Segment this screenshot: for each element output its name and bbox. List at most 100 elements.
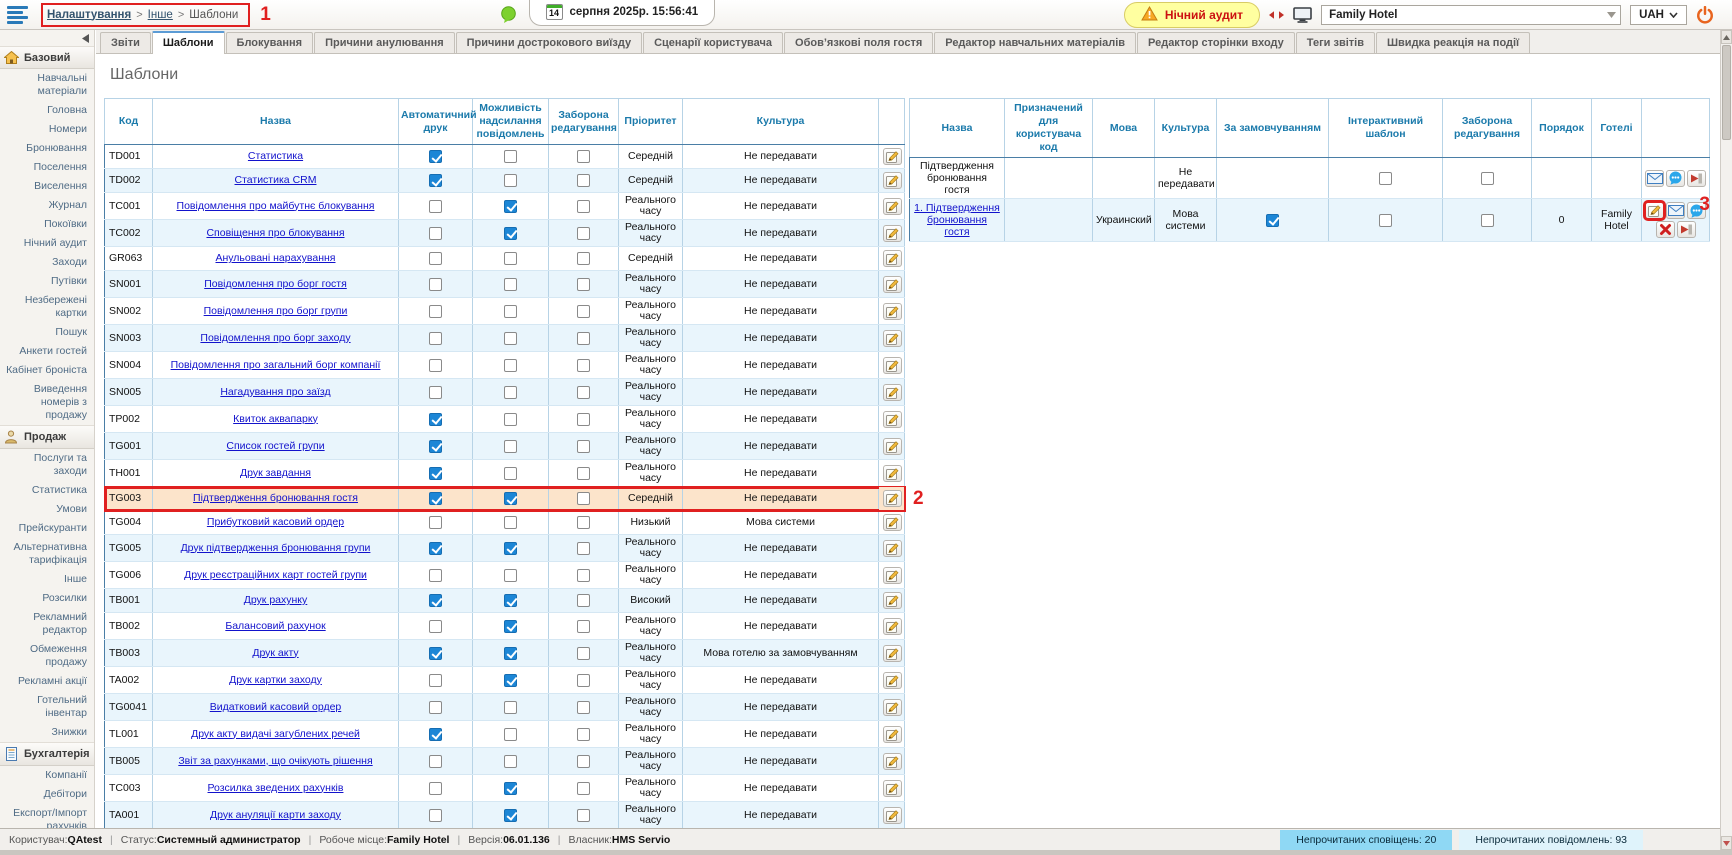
auto-print-checkbox[interactable]: [429, 542, 442, 555]
template-link[interactable]: Підтвердження бронювання гостя: [193, 492, 358, 504]
template-link[interactable]: Повідомлення про борг гостя: [204, 278, 347, 290]
sidebar-section-header[interactable]: Базовий: [0, 46, 94, 69]
sidebar-item[interactable]: Компанії: [0, 766, 94, 785]
edit-forbidden-checkbox[interactable]: [577, 569, 590, 582]
edit-forbidden-checkbox[interactable]: [577, 594, 590, 607]
template-link[interactable]: Друк завдання: [240, 467, 311, 479]
tab-7[interactable]: Обов’язкові поля гостя: [784, 32, 933, 53]
auto-print-checkbox[interactable]: [429, 227, 442, 240]
sidebar-item[interactable]: Заходи: [0, 253, 94, 272]
tab-6[interactable]: Сценарії користувача: [643, 32, 783, 53]
can-send-checkbox[interactable]: [504, 174, 517, 187]
sidebar-item[interactable]: Послуги та заходи: [0, 449, 94, 481]
auto-print-checkbox[interactable]: [429, 569, 442, 582]
template-link[interactable]: Квиток аквапарку: [233, 413, 318, 425]
edit-forbidden-checkbox[interactable]: [577, 782, 590, 795]
edit-icon[interactable]: [883, 276, 902, 293]
auto-print-checkbox[interactable]: [429, 200, 442, 213]
edit-forbidden-checkbox[interactable]: [577, 386, 590, 399]
currency-selector[interactable]: UAH: [1630, 5, 1687, 25]
sidebar-item[interactable]: Пошук: [0, 323, 94, 342]
template-link[interactable]: Статистика CRM: [235, 174, 317, 186]
edit-icon[interactable]: [883, 567, 902, 584]
edit-forbidden-checkbox[interactable]: [577, 467, 590, 480]
can-send-checkbox[interactable]: [504, 440, 517, 453]
scrollbar-thumb[interactable]: [1722, 45, 1731, 140]
tab-2[interactable]: Шаблони: [152, 31, 225, 54]
edit-icon[interactable]: [883, 753, 902, 770]
can-send-checkbox[interactable]: [504, 542, 517, 555]
edit-forbidden-checkbox[interactable]: [577, 174, 590, 187]
hotel-selector[interactable]: Family Hotel: [1321, 5, 1621, 25]
edit-forbidden-checkbox[interactable]: [577, 305, 590, 318]
tab-9[interactable]: Редактор сторінки входу: [1137, 32, 1295, 53]
sidebar-section-header[interactable]: Продаж: [0, 425, 94, 449]
notification-counter[interactable]: Непрочитаних сповіщень: 20: [1280, 830, 1452, 850]
tab-3[interactable]: Блокування: [226, 32, 314, 53]
template-link[interactable]: Друк реєстраційних карт гостей групи: [184, 569, 367, 581]
tab-4[interactable]: Причини анулювання: [314, 32, 455, 53]
tab-11[interactable]: Швидка реакція на події: [1376, 32, 1530, 53]
edit-icon[interactable]: [883, 465, 902, 482]
auto-print-checkbox[interactable]: [429, 278, 442, 291]
template-link[interactable]: Друк підтвердження бронювання групи: [181, 542, 371, 554]
edit-forbidden-checkbox[interactable]: [577, 227, 590, 240]
sidebar-section-header[interactable]: Бухгалтерія: [0, 742, 94, 766]
edit-forbidden-checkbox[interactable]: [577, 542, 590, 555]
auto-print-checkbox[interactable]: [429, 647, 442, 660]
auto-print-checkbox[interactable]: [429, 386, 442, 399]
sidebar-item[interactable]: Незбережені картки: [0, 291, 94, 323]
auto-print-checkbox[interactable]: [429, 701, 442, 714]
auto-print-checkbox[interactable]: [429, 413, 442, 426]
sidebar-item[interactable]: Номери: [0, 120, 94, 139]
hamburger-menu-icon[interactable]: [7, 5, 33, 25]
sidebar-item[interactable]: Кабінет броніста: [0, 361, 94, 380]
edit-forbidden-checkbox[interactable]: [577, 620, 590, 633]
sidebar-collapse-button[interactable]: [0, 30, 94, 46]
edit-icon[interactable]: [883, 699, 902, 716]
sidebar-item[interactable]: Статистика: [0, 481, 94, 500]
can-send-checkbox[interactable]: [504, 701, 517, 714]
default-checkbox[interactable]: [1266, 214, 1279, 227]
auto-print-checkbox[interactable]: [429, 809, 442, 822]
edit-icon[interactable]: [883, 780, 902, 797]
vertical-scrollbar[interactable]: [1720, 30, 1732, 850]
transfer-arrows-icon[interactable]: [1269, 10, 1284, 20]
edit-forbidden-checkbox[interactable]: [577, 516, 590, 529]
scroll-up-icon[interactable]: [1721, 30, 1732, 44]
template-link[interactable]: Повідомлення про борг заходу: [200, 332, 350, 344]
auto-print-checkbox[interactable]: [429, 467, 442, 480]
edit-icon[interactable]: [883, 198, 902, 215]
sidebar-item[interactable]: Обмеження продажу: [0, 640, 94, 672]
tab-1[interactable]: Звіти: [100, 32, 151, 53]
power-logout-icon[interactable]: [1696, 6, 1714, 24]
can-send-checkbox[interactable]: [504, 809, 517, 822]
edit-forbidden-checkbox[interactable]: [577, 728, 590, 741]
datetime-widget[interactable]: 14 серпня 2025р. 15:56:41: [529, 0, 716, 26]
select-arrow-icon[interactable]: [1603, 12, 1620, 18]
sidebar-item[interactable]: Путівки: [0, 272, 94, 291]
notification-counter[interactable]: Непрочитаних повідомлень: 93: [1459, 830, 1643, 850]
edit-icon[interactable]: [883, 303, 902, 320]
sidebar-item[interactable]: Інше: [0, 570, 94, 589]
template-link[interactable]: Друк картки заходу: [229, 674, 322, 686]
template-link[interactable]: Нагадування про заїзд: [220, 386, 330, 398]
can-send-checkbox[interactable]: [504, 305, 517, 318]
edit-forbidden-checkbox[interactable]: [577, 440, 590, 453]
can-send-checkbox[interactable]: [504, 278, 517, 291]
sidebar-item[interactable]: Умови: [0, 500, 94, 519]
sidebar-item[interactable]: Поселення: [0, 158, 94, 177]
sidebar-item[interactable]: Нічний аудит: [0, 234, 94, 253]
can-send-checkbox[interactable]: [504, 569, 517, 582]
auto-print-checkbox[interactable]: [429, 620, 442, 633]
template-link[interactable]: Прибутковий касовий ордер: [207, 516, 344, 528]
breadcrumb-link[interactable]: Інше: [148, 9, 173, 21]
mail-icon[interactable]: [1645, 170, 1664, 187]
auto-print-checkbox[interactable]: [429, 594, 442, 607]
sidebar-item[interactable]: Анкети гостей: [0, 342, 94, 361]
interactive-checkbox[interactable]: [1379, 214, 1392, 227]
edit-icon[interactable]: [1645, 202, 1664, 219]
auto-print-checkbox[interactable]: [429, 516, 442, 529]
edit-icon[interactable]: [883, 330, 902, 347]
tab-8[interactable]: Редактор навчальних матеріалів: [934, 32, 1136, 53]
